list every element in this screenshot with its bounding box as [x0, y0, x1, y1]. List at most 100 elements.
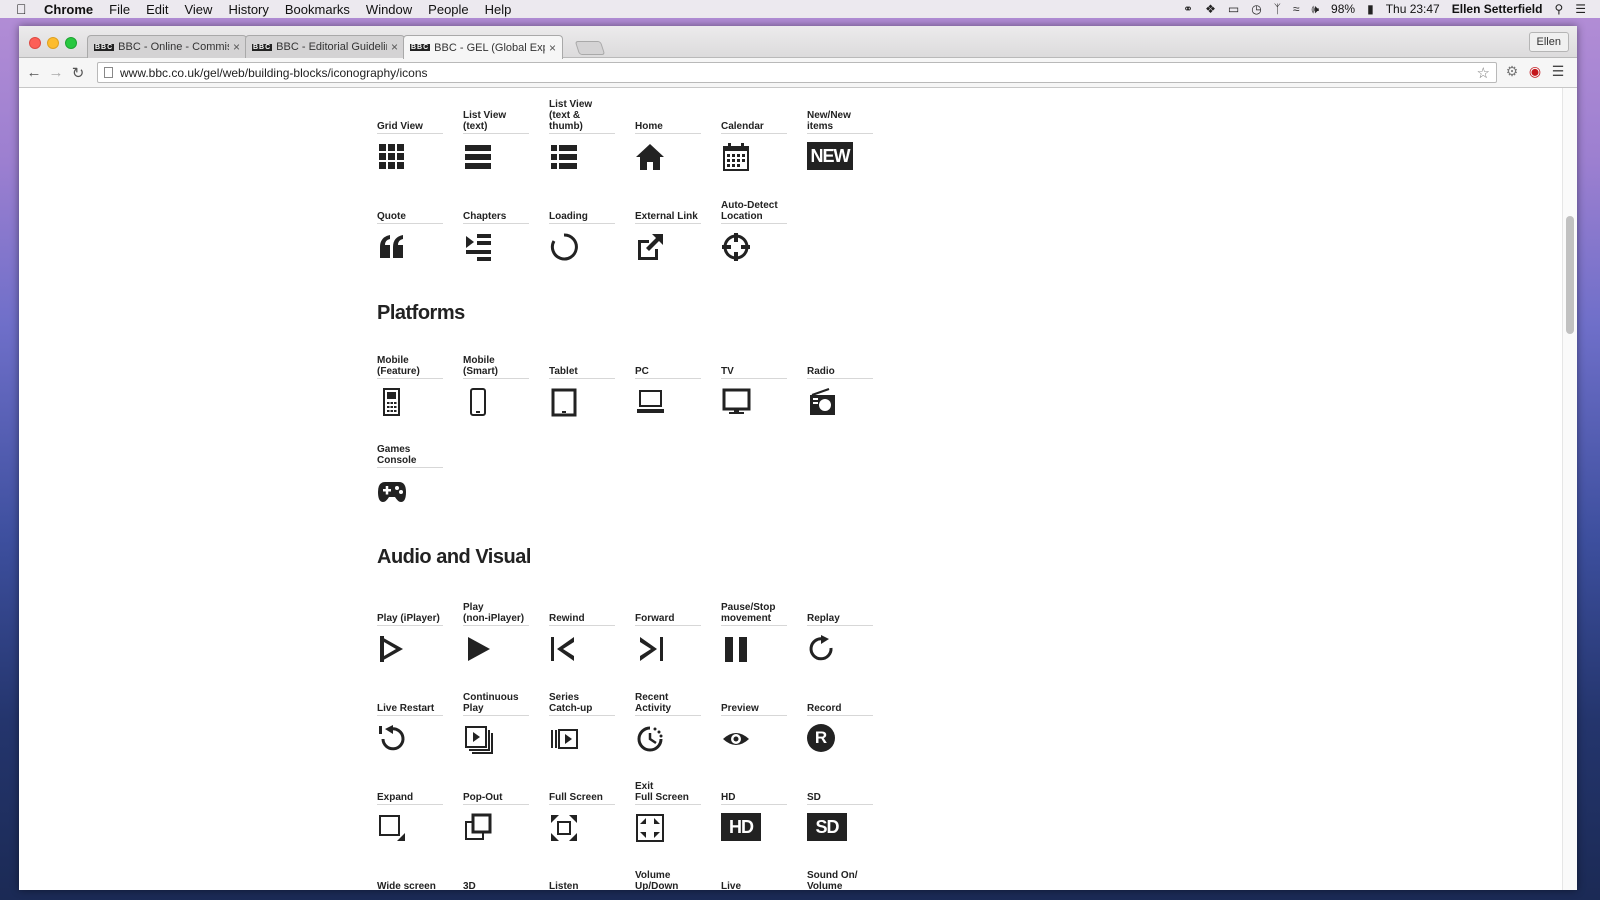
- icon-label: Expand: [377, 792, 414, 803]
- icon-label: Wide screen: [377, 881, 436, 890]
- creative-cloud-icon[interactable]: ⚭: [1183, 2, 1193, 16]
- scrollbar-thumb[interactable]: [1566, 216, 1574, 334]
- icon-tile-auto-detect-location: Auto-Detect Location: [721, 194, 787, 264]
- menu-bookmarks[interactable]: Bookmarks: [285, 2, 350, 17]
- menu-file[interactable]: File: [109, 2, 130, 17]
- new-tab-button[interactable]: [574, 41, 606, 55]
- time-machine-icon[interactable]: ◷: [1251, 2, 1261, 16]
- icon-tile-list-view-thumb: List View (text & thumb): [549, 99, 615, 174]
- icon-label: Play (non-iPlayer): [463, 602, 525, 624]
- menu-help[interactable]: Help: [485, 2, 512, 17]
- icon-label: Chapters: [463, 211, 507, 222]
- address-url: www.bbc.co.uk/gel/web/building-blocks/ic…: [120, 65, 428, 80]
- minimize-window-button[interactable]: [47, 37, 59, 49]
- adblock-icon[interactable]: ◉: [1526, 63, 1544, 81]
- icon-tile-recent-activity: Recent Activity: [635, 686, 701, 756]
- icon-tile-pop-out: Pop-Out: [463, 775, 529, 845]
- icon-label: Volume Up/Down: [635, 870, 679, 890]
- icon-tile-games-console: Games Console: [377, 438, 443, 508]
- reload-icon[interactable]: ↻: [67, 64, 89, 82]
- airplay-icon[interactable]: ▭: [1228, 2, 1239, 16]
- menubar-user[interactable]: Ellen Setterfield: [1452, 2, 1543, 16]
- icon-tile-wide-screen: Wide screen: [377, 864, 443, 890]
- icon-label: Mobile (Smart): [463, 355, 499, 377]
- icon-tile-live: Live: [721, 864, 787, 890]
- menu-people[interactable]: People: [428, 2, 468, 17]
- vertical-scrollbar[interactable]: [1562, 88, 1577, 890]
- icon-tile-tv: TV: [721, 349, 787, 419]
- menu-window[interactable]: Window: [366, 2, 412, 17]
- icon-label: Series Catch-up: [549, 692, 593, 714]
- tab-strip: BBC BBC - Online - Commissio × BBC BBC -…: [19, 26, 1577, 59]
- profile-button[interactable]: Ellen: [1528, 32, 1569, 52]
- icon-label: TV: [721, 366, 734, 377]
- chrome-menu-icon[interactable]: ☰: [1549, 63, 1567, 81]
- icon-label: Preview: [721, 703, 759, 714]
- bookmark-star-icon[interactable]: ☆: [1477, 64, 1490, 82]
- close-window-button[interactable]: [29, 37, 41, 49]
- tab-close-icon[interactable]: ×: [391, 40, 398, 54]
- mac-menu-bar:  Chrome File Edit View History Bookmark…: [0, 0, 1600, 18]
- icon-label: Quote: [377, 211, 406, 222]
- icon-label: New/New items: [807, 110, 851, 132]
- tab-title: BBC - GEL (Global Experie: [434, 41, 545, 54]
- tab-close-icon[interactable]: ×: [233, 40, 240, 54]
- spotlight-search-icon[interactable]: ⚲: [1554, 2, 1563, 16]
- clock[interactable]: Thu 23:47: [1386, 2, 1440, 16]
- browser-toolbar: ← → ↻ www.bbc.co.uk/gel/web/building-blo…: [19, 58, 1577, 88]
- icon-tile-quote: Quote: [377, 194, 443, 264]
- icon-tile-series-catch-up: Series Catch-up: [549, 686, 615, 756]
- tab-online-commissioning[interactable]: BBC BBC - Online - Commissio ×: [87, 35, 247, 58]
- icon-label: Pop-Out: [463, 792, 503, 803]
- tab-title: BBC - Editorial Guidelines: [276, 41, 387, 53]
- icon-label: Auto-Detect Location: [721, 200, 778, 222]
- icon-tile-chapters: Chapters: [463, 194, 529, 264]
- notification-center-icon[interactable]: ☰: [1575, 2, 1586, 16]
- icon-label: Full Screen: [549, 792, 603, 803]
- icon-tile-live-restart: Live Restart: [377, 686, 443, 756]
- dropbox-icon[interactable]: ❖: [1205, 2, 1216, 16]
- icon-label: Live: [721, 881, 742, 890]
- menu-view[interactable]: View: [184, 2, 212, 17]
- icon-tile-listen: Listen: [549, 864, 615, 890]
- volume-icon[interactable]: 🕪: [1311, 2, 1319, 17]
- icon-label: Loading: [549, 211, 588, 222]
- icon-tile-grid-view: Grid View: [377, 104, 443, 174]
- icon-label: HD: [721, 792, 736, 803]
- icon-tile-replay: Replay: [807, 596, 873, 666]
- icon-tile-sd: SD SD: [807, 775, 873, 845]
- wifi-icon[interactable]: ≈: [1293, 2, 1300, 16]
- icon-label: Calendar: [721, 121, 764, 132]
- page-content: Platforms Audio and Visual Grid View List…: [19, 88, 1577, 890]
- tab-bbc-gel[interactable]: BBC BBC - GEL (Global Experie ×: [403, 35, 563, 59]
- apple-icon[interactable]: : [16, 1, 36, 17]
- icon-label: List View (text): [463, 110, 507, 132]
- bbc-favicon: BBC: [252, 43, 273, 51]
- bbc-favicon: BBC: [94, 43, 115, 51]
- menu-history[interactable]: History: [228, 2, 268, 17]
- icon-label: Tablet: [549, 366, 578, 377]
- menu-app-name[interactable]: Chrome: [44, 2, 93, 17]
- extension-puzzle-icon[interactable]: ⚙: [1503, 63, 1521, 81]
- tab-editorial-guidelines[interactable]: BBC BBC - Editorial Guidelines ×: [245, 35, 405, 58]
- icon-tile-hd: HD HD: [721, 775, 787, 845]
- icon-label: Grid View: [377, 121, 423, 132]
- icon-tile-pause: Pause/Stop movement: [721, 596, 787, 666]
- icon-tile-pc: PC: [635, 349, 701, 419]
- battery-icon[interactable]: ▮: [1367, 2, 1374, 16]
- icon-label: Replay: [807, 613, 840, 624]
- icon-tile-forward: Forward: [635, 596, 701, 666]
- icon-tile-exit-full-screen: Exit Full Screen: [635, 775, 701, 845]
- icon-tile-play-iplayer: Play (iPlayer): [377, 596, 443, 666]
- menu-edit[interactable]: Edit: [146, 2, 168, 17]
- section-heading-platforms: Platforms: [377, 302, 465, 324]
- address-bar[interactable]: www.bbc.co.uk/gel/web/building-blocks/ic…: [97, 62, 1497, 83]
- back-arrow-icon[interactable]: ←: [23, 64, 45, 81]
- tab-close-icon[interactable]: ×: [549, 41, 556, 55]
- icon-tile-record: Record R: [807, 686, 873, 756]
- battery-percent: 98%: [1331, 2, 1356, 16]
- bluetooth-icon[interactable]: ᛉ: [1274, 2, 1281, 16]
- zoom-window-button[interactable]: [65, 37, 77, 49]
- forward-arrow-icon[interactable]: →: [45, 64, 67, 81]
- icon-tile-mobile-feature: Mobile (Feature): [377, 349, 443, 419]
